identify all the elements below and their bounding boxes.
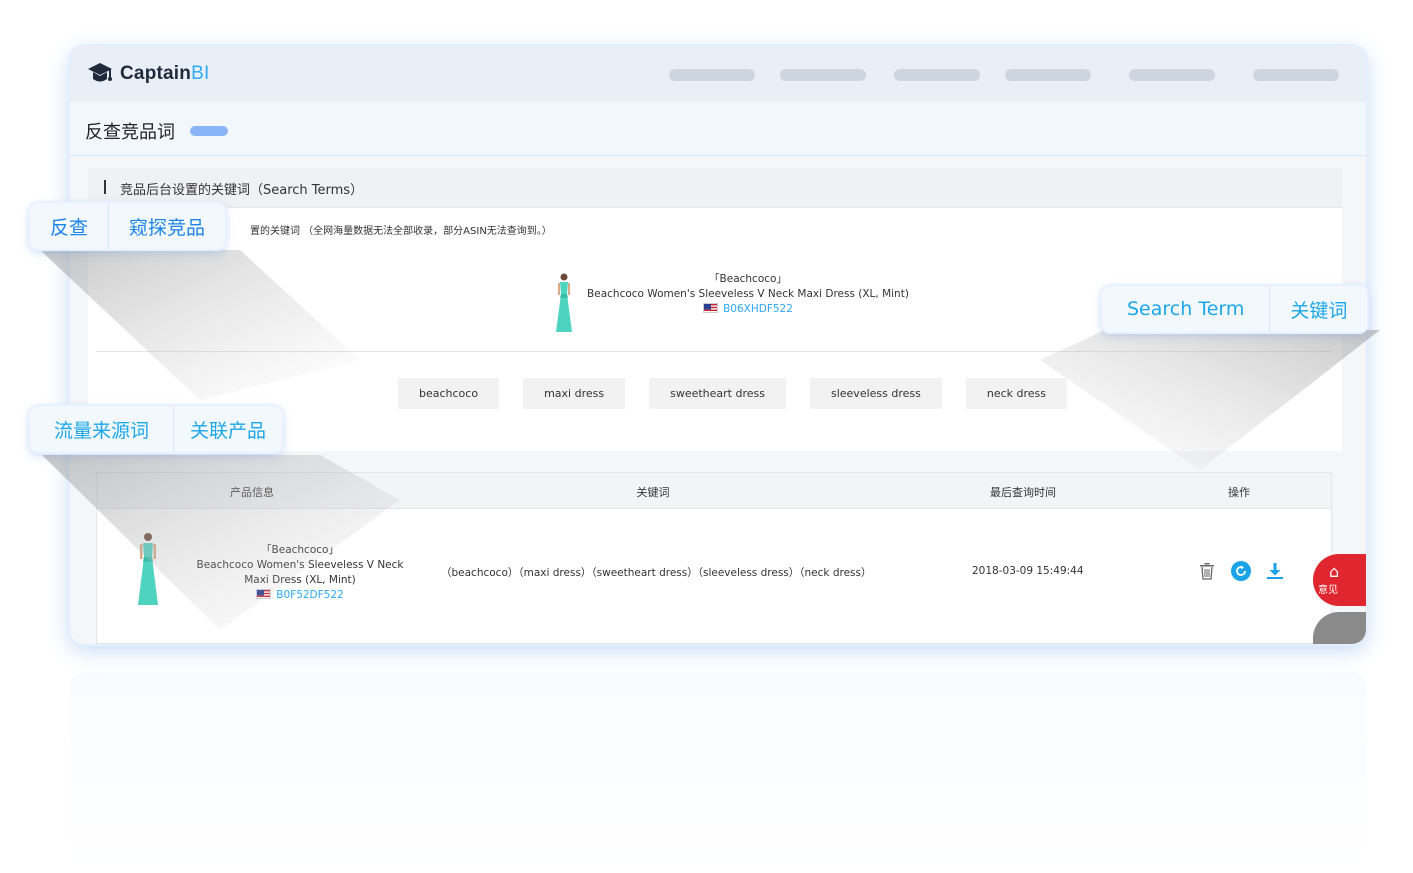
product-asin-link[interactable]: B06XHDF522 [723, 303, 793, 315]
row-product-name[interactable]: Beachcoco Women's Sleeveless V Neck [193, 558, 407, 573]
delete-button[interactable] [1197, 561, 1217, 581]
us-flag-icon [256, 589, 272, 599]
gift-icon: ⌂ [1329, 562, 1340, 581]
query-history-table: 产品信息 关键词 最后查询时间 操作 「Beachcoco」 Beachcoco… [96, 472, 1332, 644]
callout-search-term-tag[interactable]: Search Term [1102, 286, 1269, 332]
column-header-actions: 操作 [1228, 486, 1250, 499]
keyword-chip[interactable]: maxi dress [523, 378, 626, 409]
callout-traffic-source: 流量来源词 关联产品 [30, 406, 283, 452]
keyword-chip-list: beachcoco maxi dress sweetheart dress sl… [398, 378, 1091, 409]
keyword-chip[interactable]: sweetheart dress [649, 378, 786, 409]
top-navbar: CaptainBI [70, 46, 1366, 102]
callout-search-term: Search Term 关键词 [1102, 286, 1368, 332]
row-keywords: （beachcoco）（maxi dress）（sweetheart dress… [441, 567, 872, 579]
page-title: 反查竞品词 [85, 122, 175, 143]
keyword-chip[interactable]: beachcoco [398, 378, 500, 409]
row-last-query-time: 2018-03-09 15:49:44 [972, 565, 1084, 577]
callout-spy-competitor-tag[interactable]: 窥探竞品 [108, 203, 225, 249]
download-icon [1267, 563, 1283, 579]
callout-traffic-source-tag[interactable]: 流量来源词 [30, 406, 173, 452]
row-actions [1197, 561, 1299, 581]
product-name[interactable]: Beachcoco Women's Sleeveless V Neck Maxi… [548, 287, 948, 302]
download-button[interactable] [1265, 561, 1285, 581]
section-divider [96, 351, 1332, 352]
card-title: 竞品后台设置的关键词（Search Terms） [120, 183, 364, 198]
window-reflection [70, 672, 1366, 873]
title-badge [190, 126, 228, 136]
competitor-product-info: 「Beachcoco」 Beachcoco Women's Sleeveless… [548, 272, 948, 317]
coverage-note: 置的关键词 （全网海量数据无法全部收录，部分ASIN无法查询到。） [250, 226, 552, 237]
captain-hat-icon [88, 63, 112, 82]
brand-logo[interactable]: CaptainBI [86, 60, 209, 88]
page-header: 反查竞品词 [70, 102, 1366, 156]
keyword-chip[interactable]: sleeveless dress [809, 378, 942, 409]
nav-item-placeholder[interactable] [1253, 69, 1339, 81]
column-header-keywords: 关键词 [636, 486, 670, 499]
row-product-name[interactable]: Maxi Dress (XL, Mint) [193, 573, 407, 588]
us-flag-icon [703, 303, 719, 313]
column-header-product: 产品信息 [230, 486, 274, 499]
nav-item-placeholder[interactable] [780, 69, 866, 81]
callout-reverse-lookup: 反查 窥探竞品 [30, 203, 226, 249]
feedback-button[interactable]: ⌂ 意见 [1313, 554, 1366, 606]
column-header-last-query-time: 最后查询时间 [990, 486, 1056, 499]
refresh-button[interactable] [1231, 561, 1251, 581]
product-brand: 「Beachcoco」 [709, 273, 787, 285]
card-title-marker [104, 180, 106, 194]
teal-maxi-dress-image [138, 533, 158, 605]
refresh-icon [1231, 561, 1251, 581]
callout-reverse-lookup-tag[interactable]: 反查 [30, 203, 108, 249]
nav-item-placeholder[interactable] [894, 69, 980, 81]
callout-keyword-tag[interactable]: 关键词 [1269, 286, 1367, 332]
card-header: 竞品后台设置的关键词（Search Terms） [88, 168, 1342, 208]
table-header: 产品信息 关键词 最后查询时间 操作 [97, 473, 1331, 509]
feedback-label: 意见 [1318, 585, 1338, 596]
keyword-chip[interactable]: neck dress [965, 378, 1068, 409]
brand-name: CaptainBI [120, 63, 210, 84]
trash-icon [1200, 563, 1214, 580]
callout-related-products-tag[interactable]: 关联产品 [173, 406, 282, 452]
app-window: CaptainBI 反查竞品词 竞品后台设置的关键词（Search Terms）… [70, 46, 1366, 644]
nav-item-placeholder[interactable] [1129, 69, 1215, 81]
nav-item-placeholder[interactable] [1005, 69, 1091, 81]
row-product-info: 「Beachcoco」 Beachcoco Women's Sleeveless… [193, 543, 407, 603]
nav-item-placeholder[interactable] [669, 69, 755, 81]
row-product-brand: 「Beachcoco」 [261, 544, 339, 556]
row-asin-link[interactable]: B0F52DF522 [276, 589, 343, 601]
